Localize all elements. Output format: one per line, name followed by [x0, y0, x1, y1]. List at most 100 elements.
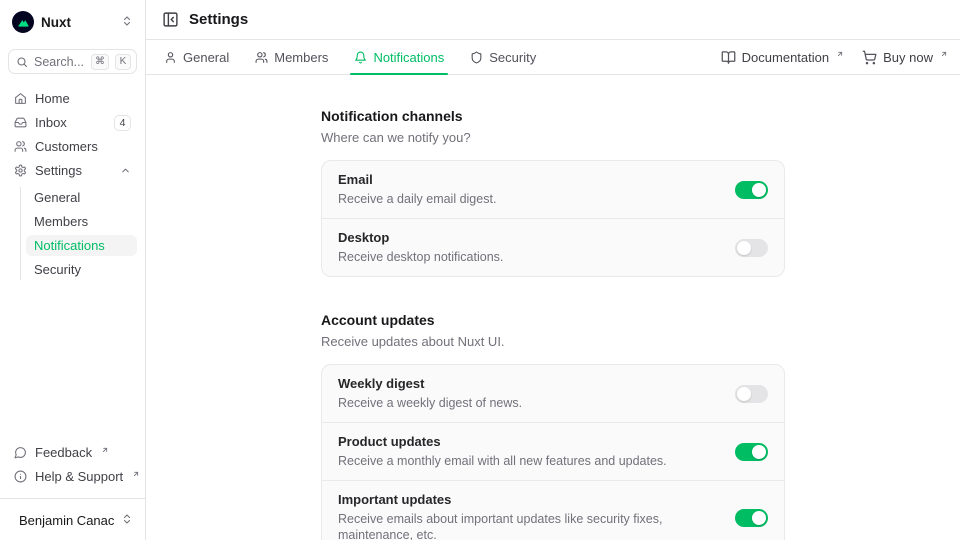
setting-row-product-updates: Product updates Receive a monthly email … — [322, 423, 784, 480]
bell-icon — [354, 51, 367, 64]
sidebar-subitem-notifications[interactable]: Notifications — [26, 235, 137, 256]
collapse-sidebar-button[interactable] — [162, 11, 179, 28]
tab-label: General — [183, 50, 229, 65]
kbd-cmd: ⌘ — [91, 54, 109, 70]
sidebar-item-home[interactable]: Home — [8, 88, 137, 109]
help-support-label: Help & Support — [35, 469, 123, 484]
sidebar-subitem-members[interactable]: Members — [26, 211, 137, 232]
setting-description: Receive desktop notifications. — [338, 249, 719, 265]
tab-security[interactable]: Security — [468, 40, 538, 74]
section-subtitle: Receive updates about Nuxt UI. — [321, 334, 785, 350]
tab-members[interactable]: Members — [253, 40, 330, 74]
setting-label: Weekly digest — [338, 376, 719, 392]
external-link-icon — [132, 470, 140, 478]
setting-label: Email — [338, 172, 719, 188]
external-link-icon — [101, 446, 109, 454]
chevrons-up-down-icon — [121, 15, 133, 30]
user-icon — [164, 51, 177, 64]
setting-description: Receive a monthly email with all new fea… — [338, 453, 719, 469]
user-name: Benjamin Canac — [19, 513, 114, 528]
sidebar-item-label: Settings — [35, 163, 112, 178]
sidebar-subitem-label: Members — [34, 214, 88, 229]
section-title: Account updates — [321, 311, 785, 329]
sidebar-nav: Home Inbox 4 Customers Settings — [8, 88, 137, 280]
home-icon — [14, 92, 27, 105]
sidebar-subitem-general[interactable]: General — [26, 187, 137, 208]
email-toggle[interactable] — [735, 181, 768, 199]
sidebar-divider — [0, 498, 145, 499]
sidebar-subitem-label: General — [34, 190, 80, 205]
toggle-knob — [752, 445, 766, 459]
documentation-label: Documentation — [742, 50, 829, 65]
sidebar-footer: Feedback Help & Support Benjamin — [8, 442, 137, 532]
feedback-link[interactable]: Feedback — [8, 442, 137, 463]
users-icon — [14, 140, 27, 153]
toggle-knob — [737, 387, 751, 401]
sidebar: Nuxt Search... ⌘ K Home Inbox — [0, 0, 146, 540]
chevron-up-icon — [120, 165, 131, 176]
sidebar-item-inbox[interactable]: Inbox 4 — [8, 112, 137, 133]
tab-notifications[interactable]: Notifications — [352, 40, 446, 74]
setting-label: Product updates — [338, 434, 719, 450]
shopping-cart-icon — [862, 50, 877, 65]
settings-content: Notification channels Where can we notif… — [146, 75, 960, 540]
setting-label: Desktop — [338, 230, 719, 246]
setting-row-email: Email Receive a daily email digest. — [322, 161, 784, 218]
setting-row-desktop: Desktop Receive desktop notifications. — [322, 219, 784, 276]
search-input[interactable]: Search... ⌘ K — [8, 49, 137, 74]
help-support-link[interactable]: Help & Support — [8, 466, 137, 487]
feedback-label: Feedback — [35, 445, 92, 460]
nuxt-logo-icon — [12, 11, 34, 33]
workspace-switcher[interactable]: Nuxt — [8, 8, 137, 36]
sidebar-subitem-security[interactable]: Security — [26, 259, 137, 280]
page-title: Settings — [189, 11, 248, 28]
section-title: Notification channels — [321, 107, 785, 125]
section-account-updates: Account updates Receive updates about Nu… — [321, 311, 785, 540]
buy-now-link[interactable]: Buy now — [862, 50, 948, 65]
toggle-knob — [737, 241, 751, 255]
inbox-icon — [14, 116, 27, 129]
weekly-digest-toggle[interactable] — [735, 385, 768, 403]
product-updates-toggle[interactable] — [735, 443, 768, 461]
gear-icon — [14, 164, 27, 177]
kbd-k: K — [115, 54, 131, 70]
sidebar-item-customers[interactable]: Customers — [8, 136, 137, 157]
sidebar-subitem-label: Security — [34, 262, 81, 277]
tab-label: Members — [274, 50, 328, 65]
section-subtitle: Where can we notify you? — [321, 130, 785, 146]
desktop-toggle[interactable] — [735, 239, 768, 257]
settings-subnav: General Members Notifications Security — [20, 187, 137, 280]
message-circle-icon — [14, 446, 27, 459]
settings-tabbar: General Members Notifications Security D… — [146, 40, 960, 75]
setting-row-weekly-digest: Weekly digest Receive a weekly digest of… — [322, 365, 784, 422]
inbox-count-badge: 4 — [114, 115, 131, 131]
sidebar-item-label: Home — [35, 91, 131, 106]
section-notification-channels: Notification channels Where can we notif… — [321, 107, 785, 277]
sidebar-item-label: Customers — [35, 139, 131, 154]
external-link-icon — [836, 50, 844, 58]
toggle-knob — [752, 511, 766, 525]
chevrons-up-down-icon — [121, 513, 133, 528]
sidebar-item-settings[interactable]: Settings — [8, 160, 137, 181]
main-panel: Settings General Members Notifications S… — [146, 0, 960, 540]
panel-left-close-icon — [162, 11, 179, 28]
search-icon — [16, 56, 28, 68]
buy-now-label: Buy now — [883, 50, 933, 65]
user-menu[interactable]: Benjamin Canac — [8, 502, 137, 532]
tab-label: Notifications — [373, 50, 444, 65]
shield-icon — [470, 51, 483, 64]
setting-row-important-updates: Important updates Receive emails about i… — [322, 481, 784, 540]
search-placeholder: Search... — [34, 55, 85, 69]
book-open-icon — [721, 50, 736, 65]
workspace-name: Nuxt — [41, 15, 114, 30]
documentation-link[interactable]: Documentation — [721, 50, 844, 65]
important-updates-toggle[interactable] — [735, 509, 768, 527]
app-window: Nuxt Search... ⌘ K Home Inbox — [0, 0, 960, 540]
setting-description: Receive emails about important updates l… — [338, 511, 719, 540]
notification-channels-card: Email Receive a daily email digest. Desk… — [321, 160, 785, 277]
tab-general[interactable]: General — [162, 40, 231, 74]
setting-description: Receive a weekly digest of news. — [338, 395, 719, 411]
external-link-icon — [940, 50, 948, 58]
sidebar-subitem-label: Notifications — [34, 238, 105, 253]
tab-label: Security — [489, 50, 536, 65]
